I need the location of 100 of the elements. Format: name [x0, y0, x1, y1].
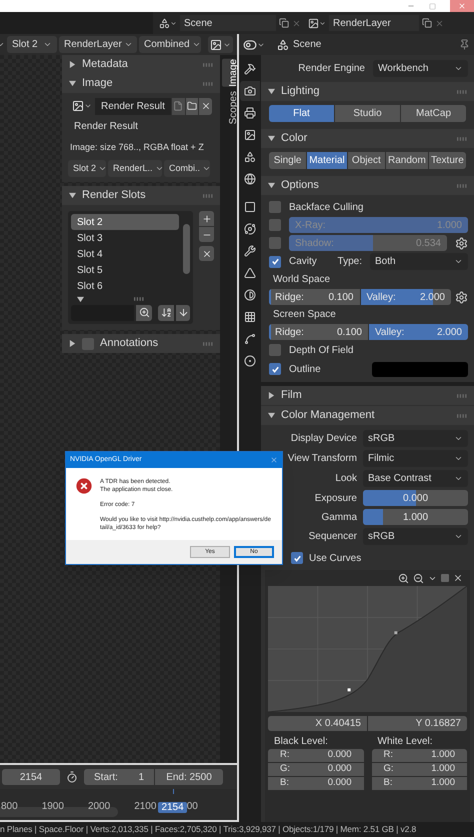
sort-button[interactable] [158, 304, 174, 320]
checkbox[interactable] [82, 338, 94, 350]
checkbox[interactable] [269, 219, 281, 231]
dropdown[interactable]: Base Contrast [363, 470, 468, 487]
expanded-arrow-icon[interactable] [268, 182, 275, 189]
list-item[interactable]: Slot 3 [71, 230, 179, 246]
collapsed-arrow-icon[interactable] [69, 340, 76, 347]
toggle-button[interactable]: Single [269, 152, 306, 169]
number-field[interactable]: G: 0.000 [268, 763, 364, 776]
panel-header[interactable]: Annotations [62, 334, 220, 353]
panel-header[interactable]: Metadata [62, 55, 220, 74]
list-item[interactable]: Slot 2 [71, 214, 179, 230]
number-field[interactable]: B: 1.000 [372, 777, 467, 790]
properties-tab[interactable] [240, 81, 260, 101]
copy-icon[interactable] [422, 18, 432, 28]
expanded-arrow-icon[interactable] [268, 88, 275, 95]
end-field[interactable]: End: 2500 [155, 769, 223, 785]
dropdown[interactable]: Slot 2 [7, 36, 57, 53]
grip-icon[interactable] [203, 342, 213, 346]
view-layer-field[interactable]: RenderLayer [329, 15, 419, 31]
dropdown[interactable]: sRGB [363, 430, 468, 447]
grip-icon[interactable] [457, 136, 467, 140]
close-icon[interactable] [453, 573, 463, 583]
panel-header[interactable]: Options [261, 176, 474, 195]
grip-icon[interactable] [134, 297, 144, 301]
pin-icon[interactable] [459, 39, 470, 50]
zoom-out-icon[interactable] [413, 572, 424, 584]
checkbox[interactable] [269, 363, 281, 375]
add-button[interactable] [199, 211, 214, 226]
toggle-button[interactable]: Object [348, 152, 385, 169]
panel-header[interactable]: Lighting [261, 82, 474, 101]
number-field[interactable]: R: 1.000 [372, 749, 467, 762]
dropdown[interactable]: Combined [139, 36, 201, 53]
number-field[interactable]: G: 1.000 [372, 763, 467, 776]
scene-browse-button[interactable] [159, 18, 177, 28]
list-item[interactable]: Slot 4 [71, 246, 179, 262]
remove-button[interactable] [199, 227, 214, 242]
slider[interactable]: Ridge: 0.100 [269, 289, 360, 305]
layer-browse-button[interactable] [308, 18, 326, 28]
checkbox[interactable] [269, 256, 281, 268]
expanded-arrow-icon[interactable] [69, 80, 76, 87]
number-field[interactable]: R: 0.000 [268, 749, 364, 762]
list-item[interactable]: Slot 6 [71, 278, 179, 294]
start-field[interactable]: Start: 1 [84, 769, 154, 785]
frame-field[interactable]: 2154 [2, 769, 60, 785]
folder-button[interactable] [186, 98, 198, 114]
grip-icon[interactable] [457, 90, 467, 94]
display-mode-button[interactable] [208, 36, 233, 53]
toggle-button[interactable]: Studio [335, 105, 400, 122]
dropdown[interactable]: RenderL.. [108, 160, 162, 177]
gear-icon[interactable] [455, 236, 468, 250]
filter-button[interactable] [136, 304, 152, 320]
file-button[interactable] [172, 98, 185, 114]
panel-header[interactable]: Color [261, 129, 474, 148]
collapsed-arrow-icon[interactable] [69, 61, 76, 68]
copy-icon[interactable] [279, 18, 289, 28]
slider[interactable]: 1.000 [363, 509, 468, 525]
editor-type-button[interactable] [243, 38, 265, 52]
toggle-button[interactable]: Flat [269, 105, 334, 122]
current-frame-badge[interactable]: 2154 [158, 802, 187, 813]
panel-header[interactable]: Color Management [261, 406, 474, 425]
reverse-button[interactable] [176, 304, 190, 320]
slider[interactable]: Ridge: 0.100 [269, 324, 368, 340]
panel-header[interactable]: Image [62, 74, 220, 93]
slider[interactable]: Valley: 2.000 [369, 324, 468, 340]
dropdown[interactable]: Filmic [363, 450, 468, 467]
panel-header[interactable]: Film [261, 386, 474, 405]
grip-icon[interactable] [457, 414, 467, 418]
image-name-field[interactable]: Render Result [95, 98, 171, 114]
dropdown[interactable]: Slot 2 [68, 160, 106, 177]
grip-icon[interactable] [457, 184, 467, 188]
color-swatch[interactable] [372, 362, 468, 376]
grip-icon[interactable] [203, 82, 213, 86]
toggle-button[interactable]: MatCap [401, 105, 466, 122]
dropdown[interactable]: RenderLayer [59, 36, 137, 53]
checkbox[interactable] [269, 237, 281, 249]
gear-icon[interactable] [455, 290, 468, 304]
dropdown[interactable]: Workbench [373, 60, 468, 77]
side-tab[interactable]: Image [222, 59, 236, 87]
toggle-button[interactable]: Material [307, 152, 347, 169]
toggle-button[interactable]: Texture [428, 152, 466, 169]
expanded-arrow-icon[interactable] [268, 412, 275, 419]
grip-icon[interactable] [203, 194, 213, 198]
checkbox[interactable] [291, 552, 303, 564]
dropdown[interactable]: sRGB [363, 528, 468, 545]
dropdown[interactable]: Both [370, 253, 468, 270]
number-field[interactable]: X 0.40415 [268, 716, 367, 731]
expanded-arrow-icon[interactable] [268, 135, 275, 142]
scene-field[interactable]: Scene [180, 15, 276, 31]
collapsed-arrow-icon[interactable] [268, 392, 275, 399]
expanded-arrow-icon[interactable] [69, 192, 76, 199]
expanded-arrow-icon[interactable] [77, 296, 84, 302]
panel-header[interactable]: Render Slots [62, 186, 220, 205]
scrollbar[interactable] [183, 224, 190, 274]
clear-button[interactable] [199, 246, 214, 261]
list-item[interactable]: Slot 5 [71, 262, 179, 278]
grip-icon[interactable] [457, 394, 467, 398]
dropdown[interactable]: Combi.. [164, 160, 210, 177]
number-field[interactable]: B: 0.000 [268, 777, 364, 790]
close-button[interactable] [199, 98, 212, 114]
